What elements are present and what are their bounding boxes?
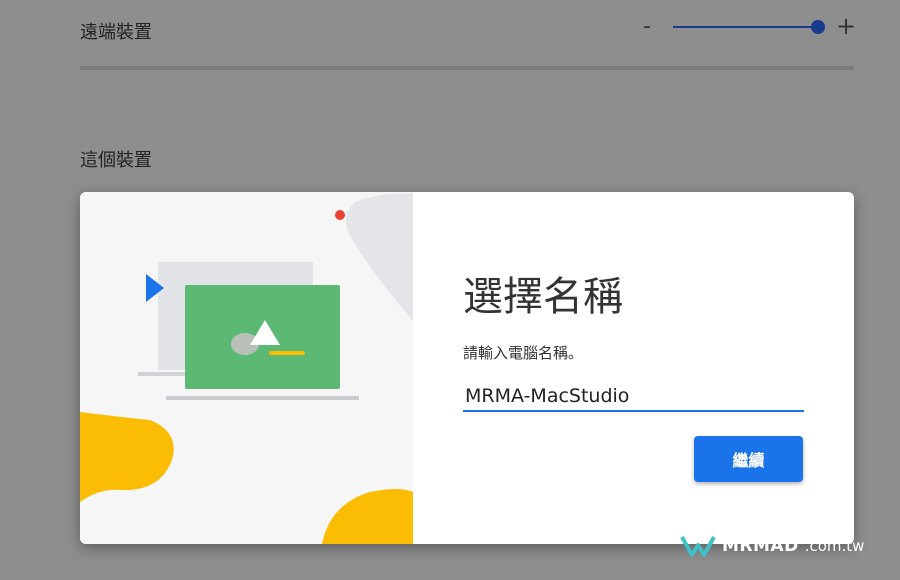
dialog-title: 選擇名稱: [463, 274, 623, 320]
dialog-prompt: 請輸入電腦名稱。: [463, 344, 584, 362]
divider: [80, 66, 854, 70]
computer-name-input[interactable]: [463, 382, 804, 412]
watermark: MRMAD .com.tw: [680, 535, 864, 557]
dialog-illustration: [80, 192, 413, 544]
zoom-out-button[interactable]: -: [643, 14, 651, 39]
watermark-brand: MRMAD: [722, 536, 799, 556]
this-device-label: 這個裝置: [80, 150, 152, 171]
mrmad-logo-icon: [680, 536, 716, 557]
continue-button[interactable]: 繼續: [694, 436, 803, 482]
laptop-illustration-icon: [80, 192, 413, 544]
slider-track[interactable]: [673, 26, 819, 28]
remote-devices-label: 遠端裝置: [80, 22, 152, 43]
zoom-in-button[interactable]: +: [836, 12, 856, 40]
choose-name-dialog: 選擇名稱 請輸入電腦名稱。 繼續: [80, 192, 854, 544]
slider-thumb[interactable]: [811, 20, 825, 34]
watermark-domain: .com.tw: [804, 537, 865, 555]
